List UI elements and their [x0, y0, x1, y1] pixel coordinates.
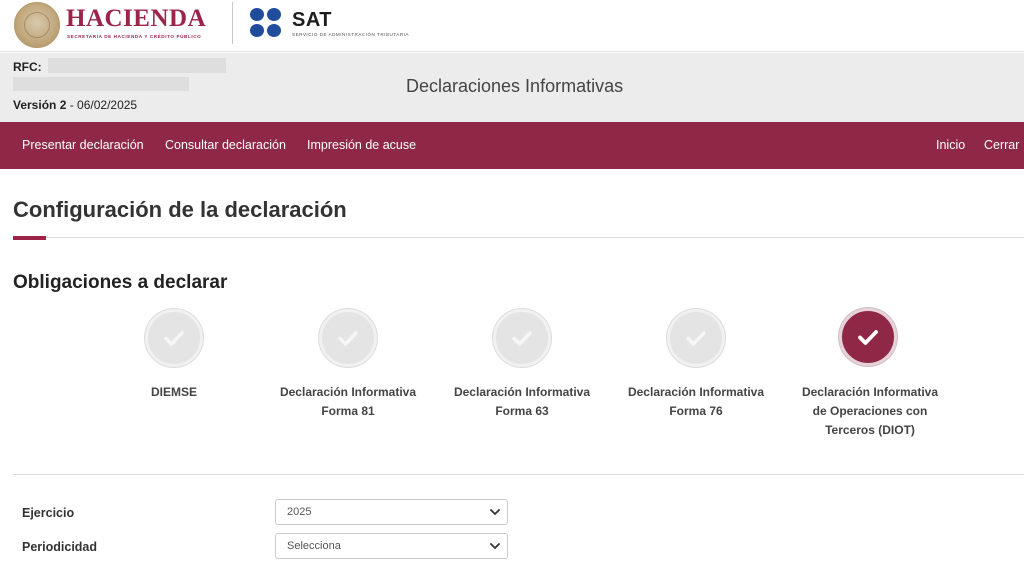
- sat-logo-subtitle: SERVICIO DE ADMINISTRACIÓN TRIBUTARIA: [292, 32, 410, 37]
- periodicidad-selected-value: Selecciona: [287, 540, 341, 552]
- check-circle-icon: [164, 331, 184, 346]
- title-divider: [46, 237, 1024, 238]
- chevron-down-icon: [490, 543, 500, 549]
- obligation-diot-label: Declaración Informativa de Operaciones c…: [801, 385, 939, 437]
- obligation-forma76-toggle[interactable]: [667, 309, 725, 367]
- chevron-down-icon: [490, 509, 500, 515]
- version-date: - 06/02/2025: [66, 98, 138, 112]
- nav-impresion-acuse[interactable]: Impresión de acuse: [307, 138, 416, 152]
- nav-cerrar[interactable]: Cerrar: [984, 138, 1019, 152]
- nav-inicio[interactable]: Inicio: [936, 138, 965, 152]
- obligation-diemse-label: DIEMSE: [150, 385, 197, 399]
- check-circle-icon: [858, 330, 878, 345]
- rfc-label: RFC:: [13, 60, 42, 74]
- hacienda-logo-subtitle: SECRETARÍA DE HACIENDA Y CRÉDITO PÚBLICO: [67, 34, 202, 39]
- obligation-diot-toggle[interactable]: [839, 308, 897, 366]
- ejercicio-select[interactable]: 2025: [275, 499, 508, 525]
- periodicidad-select[interactable]: Selecciona: [275, 533, 508, 559]
- taxpayer-name-redacted: [13, 77, 189, 91]
- check-circle-icon: [512, 331, 532, 346]
- title-accent: [13, 236, 46, 240]
- taxpayer-info-bar: RFC: Versión 2 - 06/02/2025 Declaracione…: [0, 53, 1024, 122]
- obligation-forma63-label: Declaración Informativa Forma 63: [453, 385, 591, 418]
- obligation-forma81-label: Declaración Informativa Forma 81: [279, 385, 417, 418]
- obligation-forma63-toggle[interactable]: [493, 309, 551, 367]
- rfc-redacted-value: [48, 58, 226, 73]
- obligation-forma81-toggle[interactable]: [319, 309, 377, 367]
- hacienda-logo-title: HACIENDA: [66, 5, 207, 32]
- nav-presentar-declaracion[interactable]: Presentar declaración: [22, 138, 144, 152]
- page-title: Configuración de la declaración: [13, 197, 347, 222]
- brand-divider: [232, 2, 233, 44]
- brand-bar: HACIENDA SECRETARÍA DE HACIENDA Y CRÉDIT…: [0, 0, 1024, 52]
- check-circle-icon: [686, 331, 706, 346]
- obligation-forma76-label: Declaración Informativa Forma 76: [627, 385, 765, 418]
- obligation-diemse-toggle[interactable]: [145, 309, 203, 367]
- version-info: Versión 2 - 06/02/2025: [13, 98, 137, 112]
- periodicidad-label: Periodicidad: [22, 540, 98, 554]
- main-nav: Presentar declaración Consultar declarac…: [0, 122, 1024, 169]
- page-header-title: Declaraciones Informativas: [406, 76, 624, 96]
- mexico-seal-icon: [14, 2, 60, 48]
- nav-consultar-declaracion[interactable]: Consultar declaración: [165, 138, 286, 152]
- check-circle-icon: [338, 331, 358, 346]
- sat-logo-title: SAT: [292, 9, 333, 31]
- ejercicio-label: Ejercicio: [22, 506, 75, 520]
- obligations-title: Obligaciones a declarar: [13, 272, 228, 293]
- ejercicio-selected-value: 2025: [287, 506, 312, 518]
- form-divider: [13, 474, 1024, 475]
- version-label: Versión 2: [13, 98, 67, 112]
- sat-logo-icon: [250, 8, 284, 38]
